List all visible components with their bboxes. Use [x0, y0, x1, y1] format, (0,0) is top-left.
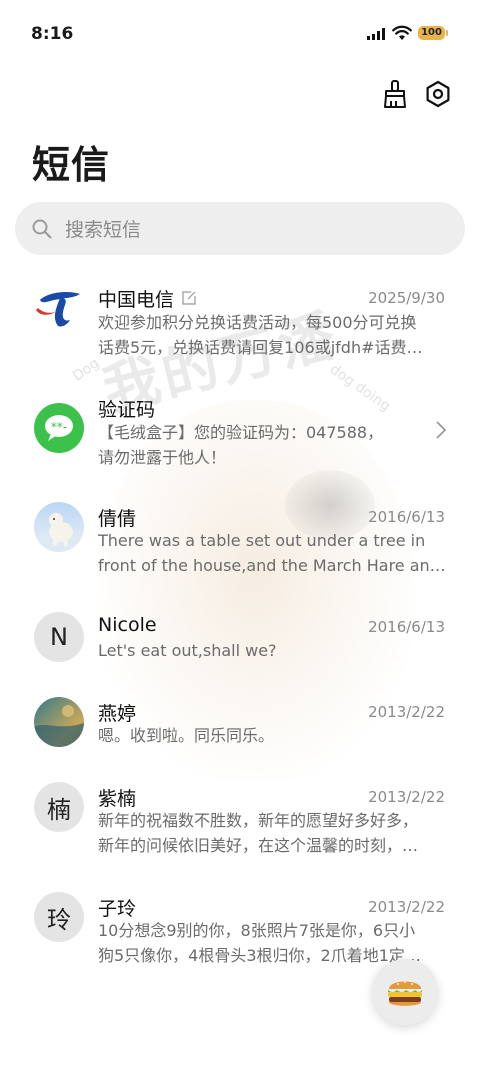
- contact-name: Nicole: [98, 614, 157, 636]
- wifi-icon: [392, 25, 412, 40]
- message-preview: 嗯。收到啦。同乐同乐。: [98, 726, 275, 745]
- conversation-nicole[interactable]: N Nicole 2016/6/13 Let's eat out,shall w…: [0, 612, 480, 672]
- conversation-verification-code[interactable]: **- 验证码 【毛绒盒子】您的验证码为：047588， 请勿泄露于他人！: [0, 393, 480, 473]
- status-time: 8:16: [31, 24, 74, 44]
- message-preview: There was a table set out under a tree i…: [98, 531, 446, 575]
- conversation-china-telecom[interactable]: 中国电信 2025/9/30 欢迎参加积分兑换话费活动，每500分可兑换 话费5…: [0, 280, 480, 365]
- cellular-signal-icon: [367, 28, 385, 40]
- avatar: [34, 502, 84, 552]
- conversation-qianqian[interactable]: 倩倩 2016/6/13 There was a table set out u…: [0, 502, 480, 582]
- conversation-yanting[interactable]: 燕婷 2013/2/22 嗯。收到啦。同乐同乐。: [0, 697, 480, 757]
- edit-note-icon: [182, 291, 196, 305]
- message-date: 2025/9/30: [368, 289, 445, 307]
- message-preview: Let's eat out,shall we?: [98, 641, 277, 660]
- polar-bear-photo-icon: [34, 513, 84, 552]
- settings-hexagon-icon: [426, 80, 450, 108]
- status-bar: 8:16 100: [0, 0, 480, 66]
- avatar: [34, 282, 84, 332]
- search-placeholder: 搜索短信: [65, 219, 142, 241]
- avatar: [34, 697, 84, 747]
- contact-name: 倩倩: [98, 508, 137, 530]
- compose-button[interactable]: [372, 959, 438, 1025]
- message-date: 2016/6/13: [368, 508, 445, 526]
- page-title: 短信: [32, 143, 111, 187]
- message-date: 2013/2/22: [368, 898, 445, 916]
- contact-name: 燕婷: [98, 703, 137, 725]
- search-icon: [32, 219, 52, 238]
- chat-bubble-icon: **-: [45, 415, 73, 441]
- contact-name: 紫楠: [98, 788, 137, 810]
- china-telecom-logo-icon: [36, 292, 80, 327]
- message-date: 2013/2/22: [368, 703, 445, 721]
- avatar: N: [34, 612, 84, 662]
- contact-name: 中国电信: [98, 285, 196, 312]
- svg-text:**-: **-: [51, 420, 67, 434]
- avatar: 楠: [34, 782, 84, 832]
- chevron-right-icon: [436, 421, 446, 439]
- battery-indicator: 100: [418, 26, 448, 40]
- avatar: 玲: [34, 892, 84, 942]
- message-preview: 新年的祝福数不胜数，新年的愿望好多好多， 新年的问候依旧美好，在这个温馨的时刻，…: [98, 811, 419, 855]
- landscape-photo-icon: [34, 705, 84, 747]
- clean-button[interactable]: [379, 78, 411, 110]
- contact-name: 子玲: [98, 898, 137, 920]
- message-preview: 【毛绒盒子】您的验证码为：047588， 请勿泄露于他人！: [98, 423, 384, 467]
- conversation-zinan[interactable]: 楠 紫楠 2013/2/22 新年的祝福数不胜数，新年的愿望好多好多， 新年的问…: [0, 782, 480, 867]
- burger-emoji-icon: [388, 981, 422, 1006]
- settings-button[interactable]: [422, 78, 454, 110]
- contact-name: 验证码: [98, 399, 156, 421]
- message-preview: 欢迎参加积分兑换话费活动，每500分可兑换 话费5元，兑换话费请回复106或jf…: [98, 313, 423, 357]
- broom-icon: [384, 80, 406, 108]
- search-bar[interactable]: 搜索短信: [15, 202, 465, 255]
- avatar: **-: [34, 403, 84, 453]
- message-date: 2013/2/22: [368, 788, 445, 806]
- message-date: 2016/6/13: [368, 618, 445, 636]
